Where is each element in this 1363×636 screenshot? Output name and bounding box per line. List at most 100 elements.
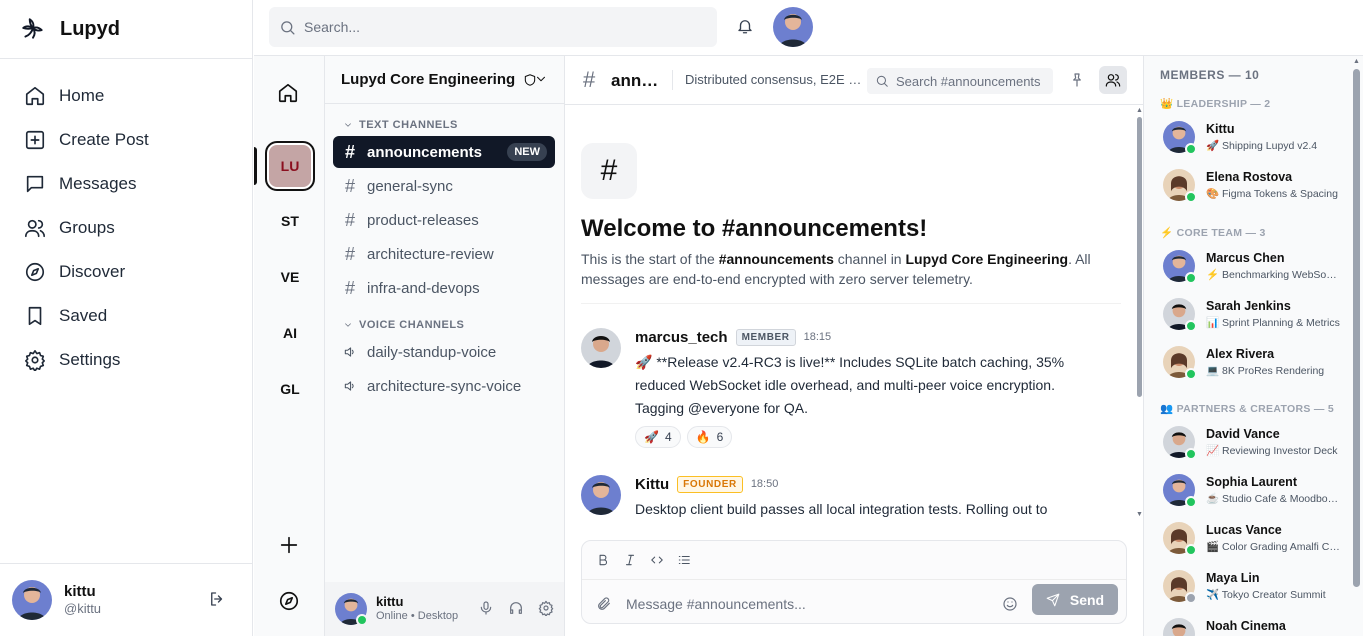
message-author[interactable]: marcus_tech — [635, 329, 728, 346]
nav-home[interactable]: Home — [0, 74, 252, 118]
home-icon[interactable] — [277, 82, 299, 104]
channel-search-placeholder: Search #announcements — [896, 73, 1041, 89]
nav-label: Create Post — [59, 130, 149, 149]
server-st[interactable]: ST — [265, 196, 315, 246]
server-abbr: GL — [280, 381, 300, 397]
voice-channels-category[interactable]: VOICE CHANNELS — [325, 314, 564, 336]
channel-name: product-releases — [367, 211, 479, 229]
code-icon[interactable] — [650, 553, 664, 567]
nav-groups[interactable]: Groups — [0, 206, 252, 250]
avatar[interactable] — [581, 328, 621, 368]
home-icon — [25, 86, 45, 106]
member-item[interactable]: Lucas Vance 🎬 Color Grading Amalfi Coast — [1163, 517, 1343, 557]
channel-product-releases[interactable]: # product-releases — [333, 204, 555, 236]
channel-general-sync[interactable]: # general-sync — [333, 170, 555, 202]
server-abbr: AI — [283, 325, 297, 341]
reaction-rocket[interactable]: 🚀 4 — [635, 426, 681, 448]
send-button[interactable]: Send — [1032, 584, 1118, 615]
member-item[interactable]: Kittu 🚀 Shipping Lupyd v2.4 — [1163, 116, 1343, 156]
members-toggle-button[interactable] — [1099, 66, 1127, 94]
headphones-icon[interactable] — [508, 600, 524, 616]
member-item[interactable]: Elena Rostova 🎨 Figma Tokens & Spacing — [1163, 164, 1343, 204]
search-input[interactable] — [304, 19, 684, 35]
logout-icon[interactable] — [208, 590, 226, 608]
add-server-icon[interactable] — [278, 534, 300, 556]
message-time: 18:50 — [750, 478, 779, 490]
hash-icon: # — [583, 67, 596, 92]
channel-announcements[interactable]: # announcements NEW — [333, 136, 555, 168]
voice-channel-daily-standup[interactable]: daily-standup-voice — [333, 336, 555, 368]
member-item[interactable]: Sarah Jenkins 📊 Sprint Planning & Metric… — [1163, 293, 1343, 333]
user-avatar-wrap[interactable] — [335, 593, 368, 626]
server-lu[interactable]: LU — [265, 141, 315, 191]
gear-icon[interactable] — [538, 600, 554, 616]
member-item[interactable]: David Vance 📈 Reviewing Investor Deck — [1163, 421, 1343, 461]
attachment-icon[interactable] — [596, 596, 612, 612]
speaker-icon — [344, 381, 354, 391]
channel-name: announcements — [367, 143, 483, 161]
member-status: ⚡ Benchmarking WebSockets — [1206, 269, 1341, 281]
voice-channel-architecture-sync[interactable]: architecture-sync-voice — [333, 370, 555, 402]
member-name: Sophia Laurent — [1206, 475, 1297, 489]
feed-scrollbar[interactable]: ▲ ▼ — [1135, 105, 1144, 522]
member-group-label: 👥 PARTNERS & CREATORS — 5 — [1160, 403, 1335, 415]
server-ai[interactable]: AI — [265, 308, 315, 358]
list-icon[interactable] — [677, 553, 691, 567]
reaction-count: 4 — [664, 430, 672, 444]
microphone-icon[interactable] — [478, 600, 494, 616]
scroll-up-arrow[interactable]: ▲ — [1353, 58, 1360, 65]
nav-label: Groups — [59, 218, 115, 237]
online-dot — [1185, 496, 1197, 508]
channel-architecture-review[interactable]: # architecture-review — [333, 238, 555, 270]
member-name: Alex Rivera — [1206, 347, 1275, 361]
feed-scroll-thumb[interactable] — [1137, 117, 1142, 397]
message-author[interactable]: Kittu — [635, 476, 669, 493]
brand[interactable]: Lupyd — [0, 0, 252, 59]
category-label: TEXT CHANNELS — [359, 119, 458, 131]
app-name: Lupyd — [60, 17, 120, 40]
emoji-icon[interactable] — [1002, 596, 1018, 612]
message-text: Desktop client build passes all local in… — [635, 501, 1048, 517]
message-input[interactable] — [626, 593, 986, 615]
nav-discover[interactable]: Discover — [0, 250, 252, 294]
chevron-down-icon — [345, 123, 351, 127]
reaction-fire[interactable]: 🔥 6 — [686, 426, 733, 448]
nav-saved[interactable]: Saved — [0, 294, 252, 338]
member-item[interactable]: Noah Cinema — [1163, 613, 1343, 636]
guild-header[interactable]: Lupyd Core Engineering — [325, 56, 564, 104]
member-name: Elena Rostova — [1206, 170, 1293, 184]
explore-icon[interactable] — [278, 590, 300, 612]
scroll-down-arrow[interactable]: ▼ — [1136, 511, 1143, 518]
scroll-up-arrow[interactable]: ▲ — [1136, 107, 1143, 114]
member-item[interactable]: Marcus Chen ⚡ Benchmarking WebSockets — [1163, 245, 1343, 285]
member-item[interactable]: Maya Lin ✈️ Tokyo Creator Summit — [1163, 565, 1343, 605]
plus-square-icon — [25, 130, 45, 150]
text-channels-category[interactable]: TEXT CHANNELS — [325, 114, 564, 136]
member-name: Maya Lin — [1206, 571, 1260, 585]
user-name: kittu — [64, 583, 96, 600]
reaction-emoji: 🚀 — [644, 430, 659, 444]
bold-icon[interactable] — [596, 553, 610, 567]
member-item[interactable]: Sophia Laurent ☕ Studio Cafe & Moodboard… — [1163, 469, 1343, 509]
nav-create-post[interactable]: Create Post — [0, 118, 252, 162]
global-search[interactable] — [269, 7, 717, 47]
current-user-card[interactable]: kittu @kittu — [0, 563, 252, 636]
active-server-indicator — [254, 147, 257, 185]
server-abbr: LU — [280, 158, 300, 174]
server-gl[interactable]: GL — [265, 364, 315, 414]
channel-infra-and-devops[interactable]: # infra-and-devops — [333, 272, 555, 304]
profile-avatar[interactable] — [773, 7, 813, 47]
avatar[interactable] — [581, 475, 621, 515]
nav-settings[interactable]: Settings — [0, 338, 252, 382]
bell-icon[interactable] — [736, 17, 754, 35]
member-item[interactable]: Alex Rivera 💻 8K ProRes Rendering — [1163, 341, 1343, 381]
welcome-icon-glyph: # — [600, 154, 618, 187]
channel-search[interactable]: Search #announcements — [867, 68, 1053, 94]
nav-messages[interactable]: Messages — [0, 162, 252, 206]
pin-icon[interactable] — [1069, 72, 1085, 88]
members-scroll-thumb[interactable] — [1353, 69, 1360, 587]
members-scrollbar[interactable]: ▲ — [1350, 56, 1363, 636]
server-ve[interactable]: VE — [265, 252, 315, 302]
italic-icon[interactable] — [623, 553, 637, 567]
member-status: 📈 Reviewing Investor Deck — [1206, 445, 1338, 457]
